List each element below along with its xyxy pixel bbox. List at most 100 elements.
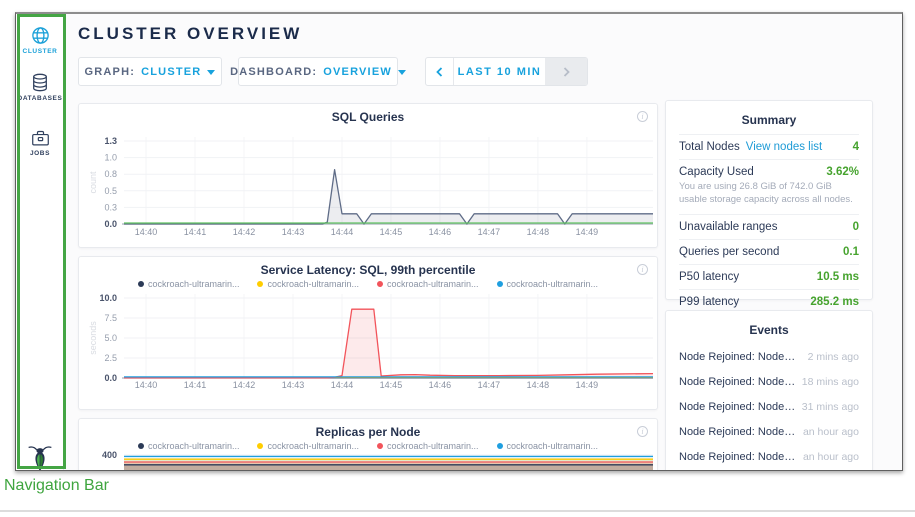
event-row: Node Rejoined: Node 1 rej... an hour ago <box>679 419 859 444</box>
row-value: 0 <box>853 221 859 233</box>
page: CLUSTER DATABASES JOBS <box>0 0 915 517</box>
chart-card-replicas-per-node: Replicas per Node i cockroach-ultramarin… <box>78 418 658 471</box>
svg-text:14:43: 14:43 <box>282 380 305 390</box>
globe-icon <box>31 26 50 45</box>
time-range-value[interactable]: LAST 10 MIN <box>454 58 545 85</box>
time-range-selector: LAST 10 MIN <box>425 57 588 86</box>
events-title: Events <box>679 319 859 344</box>
svg-text:14:47: 14:47 <box>478 380 501 390</box>
event-text: Node Rejoined: Node 3 rej... <box>679 376 797 388</box>
page-bottom-divider <box>0 510 915 512</box>
event-text: Node Rejoined: Node 4 rej... <box>679 351 797 363</box>
sql-queries-plot: 14:40 14:41 14:42 14:43 14:44 14:45 14:46 14:47… <box>79 104 659 249</box>
svg-text:400: 400 <box>102 450 117 460</box>
svg-text:0.8: 0.8 <box>104 169 117 179</box>
event-text: Node Rejoined: Node 1 rej... <box>679 426 797 438</box>
app-window: CLUSTER DATABASES JOBS <box>15 12 903 471</box>
time-range-next-button[interactable] <box>545 58 587 85</box>
event-time: an hour ago <box>803 451 859 463</box>
svg-text:14:49: 14:49 <box>576 380 599 390</box>
sidebar-item-label: DATABASES <box>16 95 64 102</box>
service-latency-plot: 14:4014:4114:4214:4314:4414:4514:4614:47… <box>79 257 659 411</box>
total-nodes-value: 4 <box>853 141 859 153</box>
view-nodes-list-link[interactable]: View nodes list <box>746 141 823 153</box>
svg-text:14:41: 14:41 <box>184 380 207 390</box>
graph-dropdown-value: CLUSTER <box>141 66 201 78</box>
capacity-subtext: You are using 26.8 GiB of 742.0 GiB usab… <box>679 180 859 214</box>
svg-text:0.3: 0.3 <box>104 202 117 212</box>
graph-dropdown[interactable]: GRAPH: CLUSTER <box>78 57 222 86</box>
event-text: Node Rejoined: Node 4 rej... <box>679 451 797 463</box>
sidebar-item-label: JOBS <box>16 150 64 157</box>
summary-panel: Summary Total Nodes View nodes list 4 Cap… <box>665 100 873 300</box>
svg-text:count: count <box>88 171 98 194</box>
svg-text:14:45: 14:45 <box>380 380 403 390</box>
summary-row-capacity: Capacity Used 3.62% You are using 26.8 G… <box>679 159 859 214</box>
navigation-sidebar: CLUSTER DATABASES JOBS <box>16 14 64 470</box>
summary-row-queries-per-second: Queries per second 0.1 <box>679 239 859 264</box>
time-range-prev-button[interactable] <box>426 58 454 85</box>
chevron-down-icon <box>398 70 406 75</box>
chevron-down-icon <box>207 70 215 75</box>
svg-text:14:47: 14:47 <box>478 227 501 237</box>
dashboard-dropdown-label: DASHBOARD: <box>230 66 317 78</box>
page-title: CLUSTER OVERVIEW <box>78 24 302 44</box>
total-nodes-label: Total Nodes <box>679 141 740 153</box>
svg-text:seconds: seconds <box>88 321 98 355</box>
svg-text:10.0: 10.0 <box>99 293 117 303</box>
svg-text:14:49: 14:49 <box>576 227 599 237</box>
chevron-left-icon <box>436 67 443 77</box>
svg-text:1.0: 1.0 <box>104 153 117 163</box>
summary-row-total-nodes: Total Nodes View nodes list 4 <box>679 134 859 159</box>
svg-text:14:48: 14:48 <box>527 380 550 390</box>
svg-text:0.0: 0.0 <box>104 373 117 383</box>
summary-row-unavailable-ranges: Unavailable ranges 0 <box>679 214 859 239</box>
sidebar-item-label: CLUSTER <box>16 48 64 55</box>
row-label: P99 latency <box>679 296 739 308</box>
svg-text:14:40: 14:40 <box>135 227 158 237</box>
svg-text:14:44: 14:44 <box>331 227 354 237</box>
svg-text:14:41: 14:41 <box>184 227 207 237</box>
svg-text:14:45: 14:45 <box>380 227 403 237</box>
event-time: 2 mins ago <box>808 351 859 363</box>
svg-text:14:44: 14:44 <box>331 380 354 390</box>
event-row: Node Rejoined: Node 3 rej... 18 mins ago <box>679 369 859 394</box>
event-row: Node Rejoined: Node 4 rej... 2 mins ago <box>679 344 859 369</box>
svg-text:5.0: 5.0 <box>104 333 117 343</box>
cockroachdb-logo[interactable] <box>27 444 53 471</box>
svg-text:14:43: 14:43 <box>282 227 305 237</box>
svg-text:7.5: 7.5 <box>104 313 117 323</box>
event-row: Node Rejoined: Node 2 rej... 31 mins ago <box>679 394 859 419</box>
event-time: 18 mins ago <box>802 376 859 388</box>
svg-text:14:48: 14:48 <box>527 227 550 237</box>
svg-text:1.3: 1.3 <box>104 136 117 146</box>
row-value: 285.2 ms <box>810 296 859 308</box>
sidebar-item-jobs[interactable]: JOBS <box>16 129 64 157</box>
event-row: Node Rejoined: Node 4 rej... an hour ago <box>679 444 859 469</box>
svg-text:0.0: 0.0 <box>104 219 117 229</box>
dashboard-dropdown[interactable]: DASHBOARD: OVERVIEW <box>238 57 398 86</box>
briefcase-icon <box>31 129 50 147</box>
graph-dropdown-label: GRAPH: <box>85 66 136 78</box>
chart-card-service-latency: Service Latency: SQL, 99th percentile i … <box>78 256 658 410</box>
capacity-label: Capacity Used <box>679 166 754 178</box>
sidebar-item-cluster[interactable]: CLUSTER <box>16 26 64 55</box>
summary-row-p50-latency: P50 latency 10.5 ms <box>679 264 859 289</box>
capacity-value: 3.62% <box>826 166 859 178</box>
summary-title: Summary <box>679 109 859 134</box>
row-value: 10.5 ms <box>817 271 859 283</box>
row-label: P50 latency <box>679 271 739 283</box>
row-value: 0.1 <box>843 246 859 258</box>
annotation-label: Navigation Bar <box>4 477 109 495</box>
chevron-right-icon <box>563 67 570 77</box>
sidebar-item-databases[interactable]: DATABASES <box>16 73 64 102</box>
svg-text:14:42: 14:42 <box>233 227 256 237</box>
event-time: an hour ago <box>803 426 859 438</box>
replicas-per-node-plot: 400 <box>79 419 659 471</box>
database-icon <box>31 73 49 92</box>
svg-text:0.5: 0.5 <box>104 186 117 196</box>
row-label: Queries per second <box>679 246 779 258</box>
svg-text:14:46: 14:46 <box>429 227 452 237</box>
event-text: Node Rejoined: Node 2 rej... <box>679 401 797 413</box>
event-time: 31 mins ago <box>802 401 859 413</box>
